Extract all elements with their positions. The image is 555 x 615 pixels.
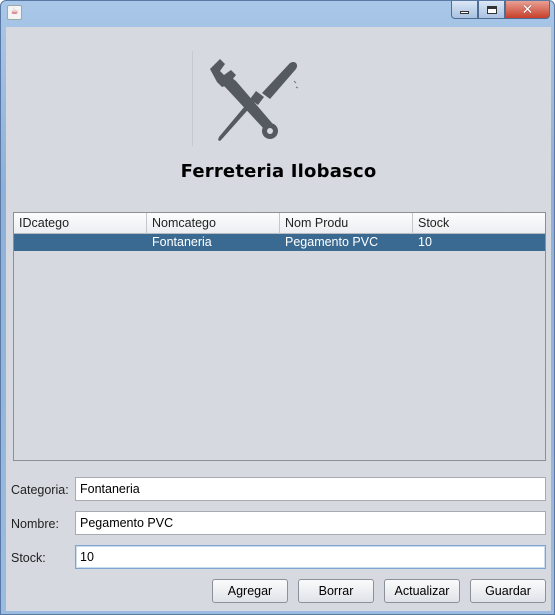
stock-label: Stock: — [11, 551, 46, 565]
minimize-button[interactable] — [451, 1, 478, 19]
window-controls: ✕ — [451, 1, 550, 20]
wrench-screwdriver-icon — [210, 59, 299, 141]
column-header-idcatego[interactable]: IDcatego — [14, 213, 147, 234]
close-button[interactable]: ✕ — [505, 1, 550, 19]
cell-nomprodu[interactable]: Pegamento PVC — [280, 234, 413, 251]
maximize-button[interactable] — [478, 1, 505, 19]
logo — [192, 51, 312, 146]
guardar-button[interactable]: Guardar — [470, 579, 546, 603]
products-table[interactable]: IDcatego Nomcatego Nom Produ Stock Fonta… — [13, 212, 546, 461]
actualizar-button[interactable]: Actualizar — [384, 579, 460, 603]
column-header-stock[interactable]: Stock — [413, 213, 545, 234]
minimize-icon — [460, 11, 469, 14]
app-title: Ferreteria Ilobasco — [180, 161, 377, 182]
borrar-button[interactable]: Borrar — [298, 579, 374, 603]
nombre-field[interactable]: Pegamento PVC — [75, 511, 546, 535]
java-cup-icon[interactable]: ☕ — [7, 5, 22, 20]
main-panel: Ferreteria Ilobasco IDcatego Nomcatego N… — [6, 27, 551, 611]
table-row[interactable]: Fontaneria Pegamento PVC 10 — [14, 234, 545, 251]
categoria-label: Categoria: — [11, 483, 69, 497]
agregar-button[interactable]: Agregar — [212, 579, 288, 603]
stock-field[interactable]: 10 — [75, 545, 546, 569]
title-bar[interactable]: ☕ ✕ — [1, 1, 555, 25]
column-header-nomcatego[interactable]: Nomcatego — [147, 213, 280, 234]
cell-idcatego[interactable] — [14, 234, 147, 251]
categoria-field[interactable]: Fontaneria — [75, 477, 546, 501]
logo-divider — [192, 51, 193, 146]
column-header-nomprodu[interactable]: Nom Produ — [280, 213, 413, 234]
nombre-label: Nombre: — [11, 517, 59, 531]
close-icon: ✕ — [521, 1, 534, 18]
cell-nomcatego[interactable]: Fontaneria — [147, 234, 280, 251]
cell-stock[interactable]: 10 — [413, 234, 545, 251]
table-header: IDcatego Nomcatego Nom Produ Stock — [14, 213, 545, 234]
app-window: ☕ ✕ Ferreteria Ilobasco IDcatego Nomcate… — [0, 0, 555, 615]
maximize-icon — [486, 5, 497, 14]
